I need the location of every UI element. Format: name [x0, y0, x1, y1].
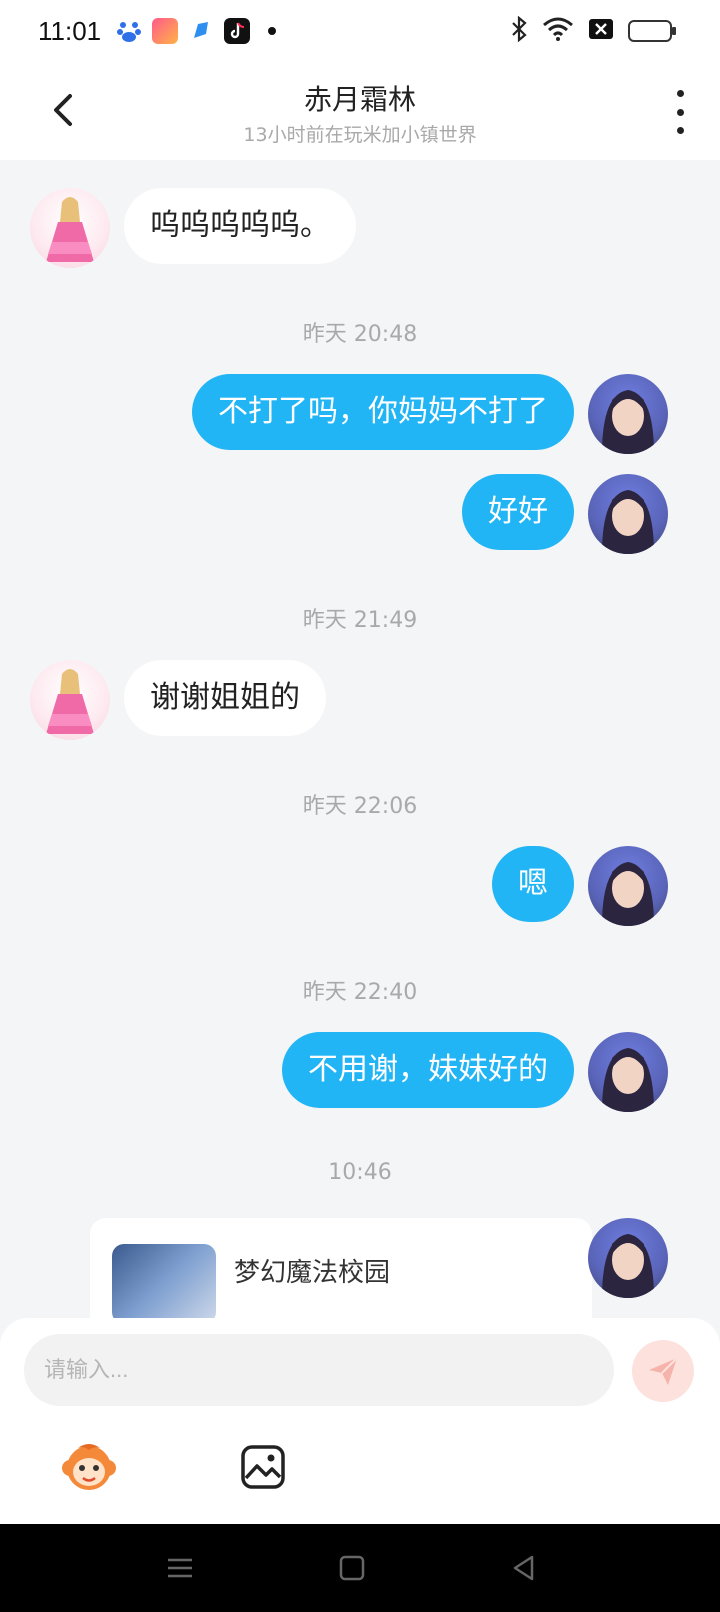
- my-avatar[interactable]: [588, 1218, 668, 1298]
- baidu-icon: [116, 18, 142, 44]
- game-card-title: 梦幻魔法校园: [234, 1258, 391, 1288]
- message-bubble-received[interactable]: 谢谢姐姐的: [124, 660, 326, 736]
- message-bubble-sent[interactable]: 不打了吗，你妈妈不打了: [192, 374, 574, 450]
- more-vertical-icon: [676, 90, 684, 97]
- sim-icon: [588, 18, 614, 44]
- feather-icon: [188, 18, 214, 44]
- user-status-subtitle: 13小时前在玩米加小镇世界: [243, 124, 477, 146]
- nav-menu-button[interactable]: [162, 1550, 198, 1586]
- nav-back-button[interactable]: [506, 1550, 542, 1586]
- contact-avatar[interactable]: [30, 660, 110, 740]
- more-options-button[interactable]: [670, 90, 690, 134]
- send-icon: [649, 1357, 678, 1385]
- game-icon: [152, 18, 178, 44]
- tiktok-icon: [224, 18, 250, 44]
- system-nav-bar: [0, 1524, 720, 1612]
- message-timestamp: 昨天 20:48: [302, 322, 418, 347]
- menu-icon: [168, 1558, 192, 1578]
- square-icon: [339, 1555, 365, 1581]
- status-bar: 11:01: [0, 0, 720, 64]
- message-bubble-sent[interactable]: 不用谢，妹妹好的: [282, 1032, 574, 1108]
- my-avatar[interactable]: [588, 374, 668, 454]
- message-bubble-sent[interactable]: 好好: [462, 474, 574, 550]
- status-system-icons: [510, 15, 676, 46]
- message-bubble-sent[interactable]: 嗯: [492, 846, 574, 922]
- message-timestamp: 10:46: [328, 1160, 392, 1185]
- message-list[interactable]: 呜呜呜呜呜。 昨天 20:48 不打了吗，你妈妈不打了 好好 昨天 21:49 …: [0, 160, 720, 1318]
- monkey-face-icon: [62, 1444, 116, 1490]
- emoji-button[interactable]: [60, 1438, 118, 1496]
- game-thumbnail: [112, 1244, 216, 1318]
- shared-game-card[interactable]: 梦幻魔法校园: [90, 1218, 592, 1318]
- image-button[interactable]: [234, 1438, 292, 1496]
- message-bubble-received[interactable]: 呜呜呜呜呜。: [124, 188, 356, 264]
- message-input-container: [24, 1334, 614, 1406]
- my-avatar[interactable]: [588, 474, 668, 554]
- bluetooth-icon: [510, 15, 528, 46]
- nav-home-button[interactable]: [334, 1550, 370, 1586]
- image-icon: [241, 1445, 285, 1489]
- message-timestamp: 昨天 21:49: [302, 608, 418, 633]
- triangle-back-icon: [513, 1555, 534, 1581]
- notification-dot: [268, 27, 276, 35]
- status-app-icons: [116, 18, 276, 44]
- status-time: 11:01: [38, 16, 102, 46]
- my-avatar[interactable]: [588, 846, 668, 926]
- chat-header: 赤月霜林 13小时前在玩米加小镇世界: [0, 64, 720, 160]
- message-timestamp: 昨天 22:40: [302, 980, 418, 1005]
- my-avatar[interactable]: [588, 1032, 668, 1112]
- send-button[interactable]: [632, 1340, 694, 1402]
- composer: [0, 1318, 720, 1524]
- message-input[interactable]: [24, 1334, 614, 1406]
- page-title: 赤月霜林: [303, 83, 416, 116]
- wifi-icon: [542, 17, 574, 45]
- message-timestamp: 昨天 22:06: [302, 794, 418, 819]
- battery-icon: [628, 20, 676, 42]
- contact-avatar[interactable]: [30, 188, 110, 268]
